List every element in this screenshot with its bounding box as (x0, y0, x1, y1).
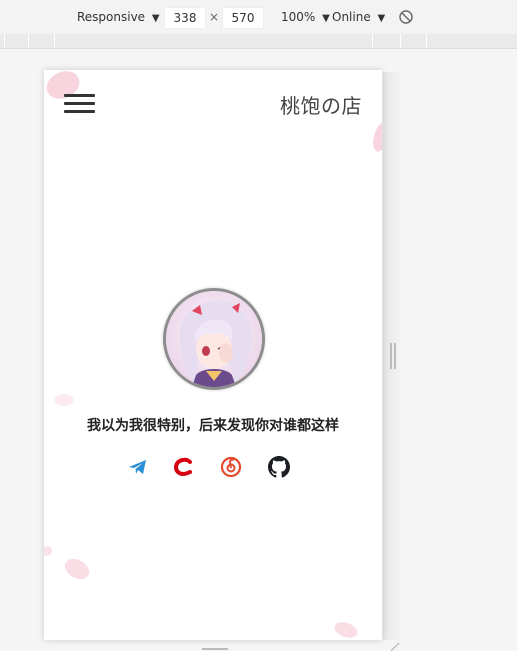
network-throttle-dropdown[interactable]: Online ▼ (332, 10, 385, 24)
social-links (44, 454, 382, 480)
device-viewport: 桃饱の店 我以为我很特别，后来发现你对谁都这样 (44, 70, 382, 640)
device-mode-label: Responsive (77, 10, 146, 24)
chevron-down-icon: ▼ (377, 13, 386, 24)
github-icon[interactable] (266, 454, 292, 480)
dimension-separator: × (209, 10, 220, 24)
media-query-ruler[interactable] (0, 34, 517, 49)
sakura-petal (370, 120, 382, 154)
viewport-corner-resize-handle[interactable] (390, 642, 400, 651)
csdn-icon[interactable] (170, 454, 196, 480)
viewport-bottom-resize-handle[interactable] (202, 648, 228, 650)
width-input[interactable]: 338 (164, 7, 206, 29)
device-mode-dropdown[interactable]: Responsive ▼ (77, 10, 160, 24)
netease-music-icon[interactable] (218, 454, 244, 480)
site-title[interactable]: 桃饱の店 (280, 90, 362, 119)
sakura-petal (61, 554, 93, 584)
rotate-icon[interactable] (398, 9, 414, 25)
height-input[interactable]: 570 (222, 7, 264, 29)
avatar (163, 288, 265, 390)
chevron-down-icon: ▼ (322, 13, 330, 24)
motto-text: 我以为我很特别，后来发现你对谁都这样 (87, 418, 339, 434)
sakura-petal (44, 546, 52, 556)
sakura-petal (54, 394, 74, 406)
avatar-illustration (166, 291, 262, 387)
telegram-icon[interactable] (125, 454, 151, 480)
zoom-dropdown[interactable]: 100% ▼ (281, 10, 330, 24)
devtools-device-toolbar: Responsive ▼ 338 × 570 100% ▼ Online ▼ (0, 0, 517, 35)
chevron-down-icon: ▼ (151, 13, 160, 24)
sakura-petal (332, 619, 360, 640)
network-label: Online (332, 10, 371, 24)
viewport-resize-handle[interactable] (390, 343, 396, 369)
zoom-label: 100% (281, 10, 316, 24)
hamburger-menu-icon[interactable] (64, 94, 96, 116)
